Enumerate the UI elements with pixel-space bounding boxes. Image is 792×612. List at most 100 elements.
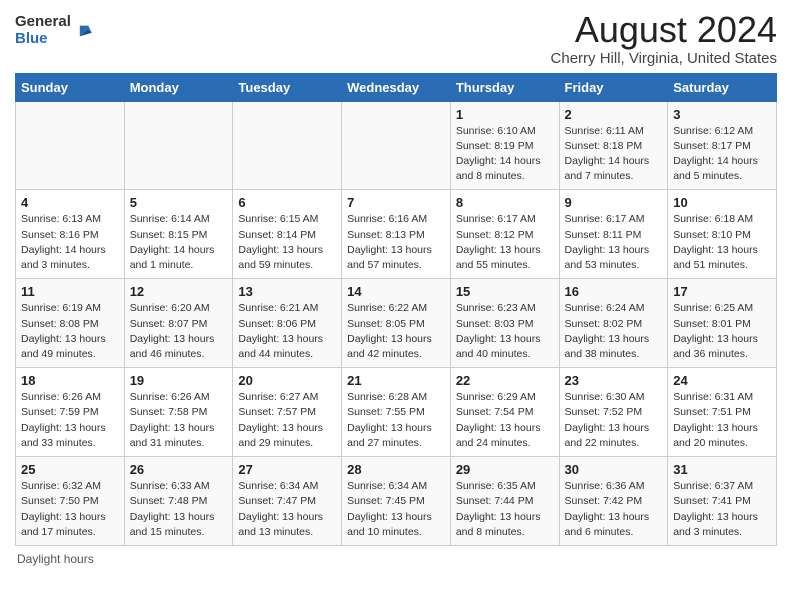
day-info: Sunrise: 6:13 AM Sunset: 8:16 PM Dayligh… xyxy=(21,212,119,273)
calendar-cell: 25Sunrise: 6:32 AM Sunset: 7:50 PM Dayli… xyxy=(16,457,125,546)
calendar-cell: 8 Sunrise: 6:17 AM Sunset: 8:12 PM Daylig… xyxy=(450,190,559,279)
calendar-cell xyxy=(233,101,342,190)
day-number: 5 xyxy=(130,195,228,210)
calendar-cell: 2 Sunrise: 6:11 AM Sunset: 8:18 PM Daylig… xyxy=(559,101,668,190)
calendar-cell: 31 Sunrise: 6:37 AM Sunset: 7:41 PM Dayli… xyxy=(668,457,777,546)
calendar-cell xyxy=(124,101,233,190)
calendar-week-row: 4 Sunrise: 6:13 AM Sunset: 8:16 PM Daylig… xyxy=(16,190,777,279)
day-number: 17 xyxy=(673,284,771,299)
day-number: 29 xyxy=(456,462,554,477)
day-info: Sunrise: 6:22 AM Sunset: 8:05 PM Dayligh… xyxy=(347,301,445,362)
calendar-cell: 18 Sunrise: 6:26 AM Sunset: 7:59 PM Dayli… xyxy=(16,368,125,457)
day-info: Sunrise: 6:15 AM Sunset: 8:14 PM Dayligh… xyxy=(238,212,336,273)
day-of-week-header: Friday xyxy=(559,73,668,101)
day-number: 27 xyxy=(238,462,336,477)
calendar-cell: 30Sunrise: 6:36 AM Sunset: 7:42 PM Dayli… xyxy=(559,457,668,546)
calendar-week-row: 11 Sunrise: 6:19 AM Sunset: 8:08 PM Dayli… xyxy=(16,279,777,368)
day-info: Sunrise: 6:17 AM Sunset: 8:11 PM Dayligh… xyxy=(565,212,663,273)
day-info: Sunrise: 6:30 AM Sunset: 7:52 PM Dayligh… xyxy=(565,390,663,451)
day-number: 20 xyxy=(238,373,336,388)
day-info: Sunrise: 6:26 AM Sunset: 7:59 PM Dayligh… xyxy=(21,390,119,451)
day-of-week-header: Thursday xyxy=(450,73,559,101)
calendar-cell: 14 Sunrise: 6:22 AM Sunset: 8:05 PM Dayli… xyxy=(342,279,451,368)
day-info: Sunrise: 6:26 AM Sunset: 7:58 PM Dayligh… xyxy=(130,390,228,451)
day-header-row: SundayMondayTuesdayWednesdayThursdayFrid… xyxy=(16,73,777,101)
day-number: 18 xyxy=(21,373,119,388)
calendar-cell: 20 Sunrise: 6:27 AM Sunset: 7:57 PM Dayli… xyxy=(233,368,342,457)
logo: General Blue xyxy=(15,14,93,47)
calendar-cell: 17 Sunrise: 6:25 AM Sunset: 8:01 PM Dayli… xyxy=(668,279,777,368)
day-number: 14 xyxy=(347,284,445,299)
day-number: 28 xyxy=(347,462,445,477)
day-number: 3 xyxy=(673,107,771,122)
day-info: Sunrise: 6:31 AM Sunset: 7:51 PM Dayligh… xyxy=(673,390,771,451)
day-info: Sunrise: 6:20 AM Sunset: 8:07 PM Dayligh… xyxy=(130,301,228,362)
calendar-cell: 4 Sunrise: 6:13 AM Sunset: 8:16 PM Daylig… xyxy=(16,190,125,279)
day-info: Sunrise: 6:19 AM Sunset: 8:08 PM Dayligh… xyxy=(21,301,119,362)
day-info: Sunrise: 6:18 AM Sunset: 8:10 PM Dayligh… xyxy=(673,212,771,273)
footer-note: Daylight hours xyxy=(15,552,777,566)
day-of-week-header: Sunday xyxy=(16,73,125,101)
day-number: 8 xyxy=(456,195,554,210)
day-info: Sunrise: 6:37 AM Sunset: 7:41 PM Dayligh… xyxy=(673,479,771,540)
calendar-cell: 21 Sunrise: 6:28 AM Sunset: 7:55 PM Dayli… xyxy=(342,368,451,457)
calendar-cell: 3 Sunrise: 6:12 AM Sunset: 8:17 PM Daylig… xyxy=(668,101,777,190)
logo-blue: Blue xyxy=(15,31,71,48)
daylight-hours-label: Daylight hours xyxy=(17,552,94,566)
calendar-cell: 24 Sunrise: 6:31 AM Sunset: 7:51 PM Dayli… xyxy=(668,368,777,457)
day-info: Sunrise: 6:27 AM Sunset: 7:57 PM Dayligh… xyxy=(238,390,336,451)
day-number: 6 xyxy=(238,195,336,210)
day-info: Sunrise: 6:32 AM Sunset: 7:50 PM Dayligh… xyxy=(21,479,119,540)
day-number: 15 xyxy=(456,284,554,299)
calendar-cell: 6 Sunrise: 6:15 AM Sunset: 8:14 PM Daylig… xyxy=(233,190,342,279)
day-number: 16 xyxy=(565,284,663,299)
day-info: Sunrise: 6:24 AM Sunset: 8:02 PM Dayligh… xyxy=(565,301,663,362)
day-info: Sunrise: 6:35 AM Sunset: 7:44 PM Dayligh… xyxy=(456,479,554,540)
calendar-table: SundayMondayTuesdayWednesdayThursdayFrid… xyxy=(15,73,777,546)
day-number: 24 xyxy=(673,373,771,388)
title-area: August 2024 Cherry Hill, Virginia, Unite… xyxy=(551,10,777,67)
calendar-cell: 22Sunrise: 6:29 AM Sunset: 7:54 PM Dayli… xyxy=(450,368,559,457)
day-number: 9 xyxy=(565,195,663,210)
calendar-week-row: 18 Sunrise: 6:26 AM Sunset: 7:59 PM Dayli… xyxy=(16,368,777,457)
calendar-cell: 23 Sunrise: 6:30 AM Sunset: 7:52 PM Dayli… xyxy=(559,368,668,457)
calendar-cell: 19 Sunrise: 6:26 AM Sunset: 7:58 PM Dayli… xyxy=(124,368,233,457)
day-info: Sunrise: 6:28 AM Sunset: 7:55 PM Dayligh… xyxy=(347,390,445,451)
day-info: Sunrise: 6:23 AM Sunset: 8:03 PM Dayligh… xyxy=(456,301,554,362)
calendar-cell: 27Sunrise: 6:34 AM Sunset: 7:47 PM Dayli… xyxy=(233,457,342,546)
day-of-week-header: Monday xyxy=(124,73,233,101)
logo-general: General xyxy=(15,14,71,31)
day-info: Sunrise: 6:33 AM Sunset: 7:48 PM Dayligh… xyxy=(130,479,228,540)
calendar-cell: 5 Sunrise: 6:14 AM Sunset: 8:15 PM Daylig… xyxy=(124,190,233,279)
calendar-cell: 26Sunrise: 6:33 AM Sunset: 7:48 PM Dayli… xyxy=(124,457,233,546)
day-number: 11 xyxy=(21,284,119,299)
day-number: 23 xyxy=(565,373,663,388)
day-of-week-header: Tuesday xyxy=(233,73,342,101)
day-of-week-header: Wednesday xyxy=(342,73,451,101)
day-number: 12 xyxy=(130,284,228,299)
day-number: 21 xyxy=(347,373,445,388)
day-number: 13 xyxy=(238,284,336,299)
day-number: 4 xyxy=(21,195,119,210)
calendar-cell: 12 Sunrise: 6:20 AM Sunset: 8:07 PM Dayli… xyxy=(124,279,233,368)
day-number: 1 xyxy=(456,107,554,122)
day-info: Sunrise: 6:25 AM Sunset: 8:01 PM Dayligh… xyxy=(673,301,771,362)
day-number: 22 xyxy=(456,373,554,388)
day-number: 2 xyxy=(565,107,663,122)
day-number: 7 xyxy=(347,195,445,210)
day-info: Sunrise: 6:11 AM Sunset: 8:18 PM Dayligh… xyxy=(565,124,663,185)
calendar-cell: 1Sunrise: 6:10 AM Sunset: 8:19 PM Daylig… xyxy=(450,101,559,190)
day-number: 19 xyxy=(130,373,228,388)
day-info: Sunrise: 6:12 AM Sunset: 8:17 PM Dayligh… xyxy=(673,124,771,185)
calendar-cell: 28Sunrise: 6:34 AM Sunset: 7:45 PM Dayli… xyxy=(342,457,451,546)
day-info: Sunrise: 6:17 AM Sunset: 8:12 PM Dayligh… xyxy=(456,212,554,273)
header: General Blue August 2024 Cherry Hill, Vi… xyxy=(15,10,777,67)
day-of-week-header: Saturday xyxy=(668,73,777,101)
day-number: 31 xyxy=(673,462,771,477)
day-number: 10 xyxy=(673,195,771,210)
day-info: Sunrise: 6:14 AM Sunset: 8:15 PM Dayligh… xyxy=(130,212,228,273)
calendar-cell xyxy=(16,101,125,190)
calendar-cell: 29 Sunrise: 6:35 AM Sunset: 7:44 PM Dayli… xyxy=(450,457,559,546)
calendar-cell xyxy=(342,101,451,190)
day-info: Sunrise: 6:21 AM Sunset: 8:06 PM Dayligh… xyxy=(238,301,336,362)
